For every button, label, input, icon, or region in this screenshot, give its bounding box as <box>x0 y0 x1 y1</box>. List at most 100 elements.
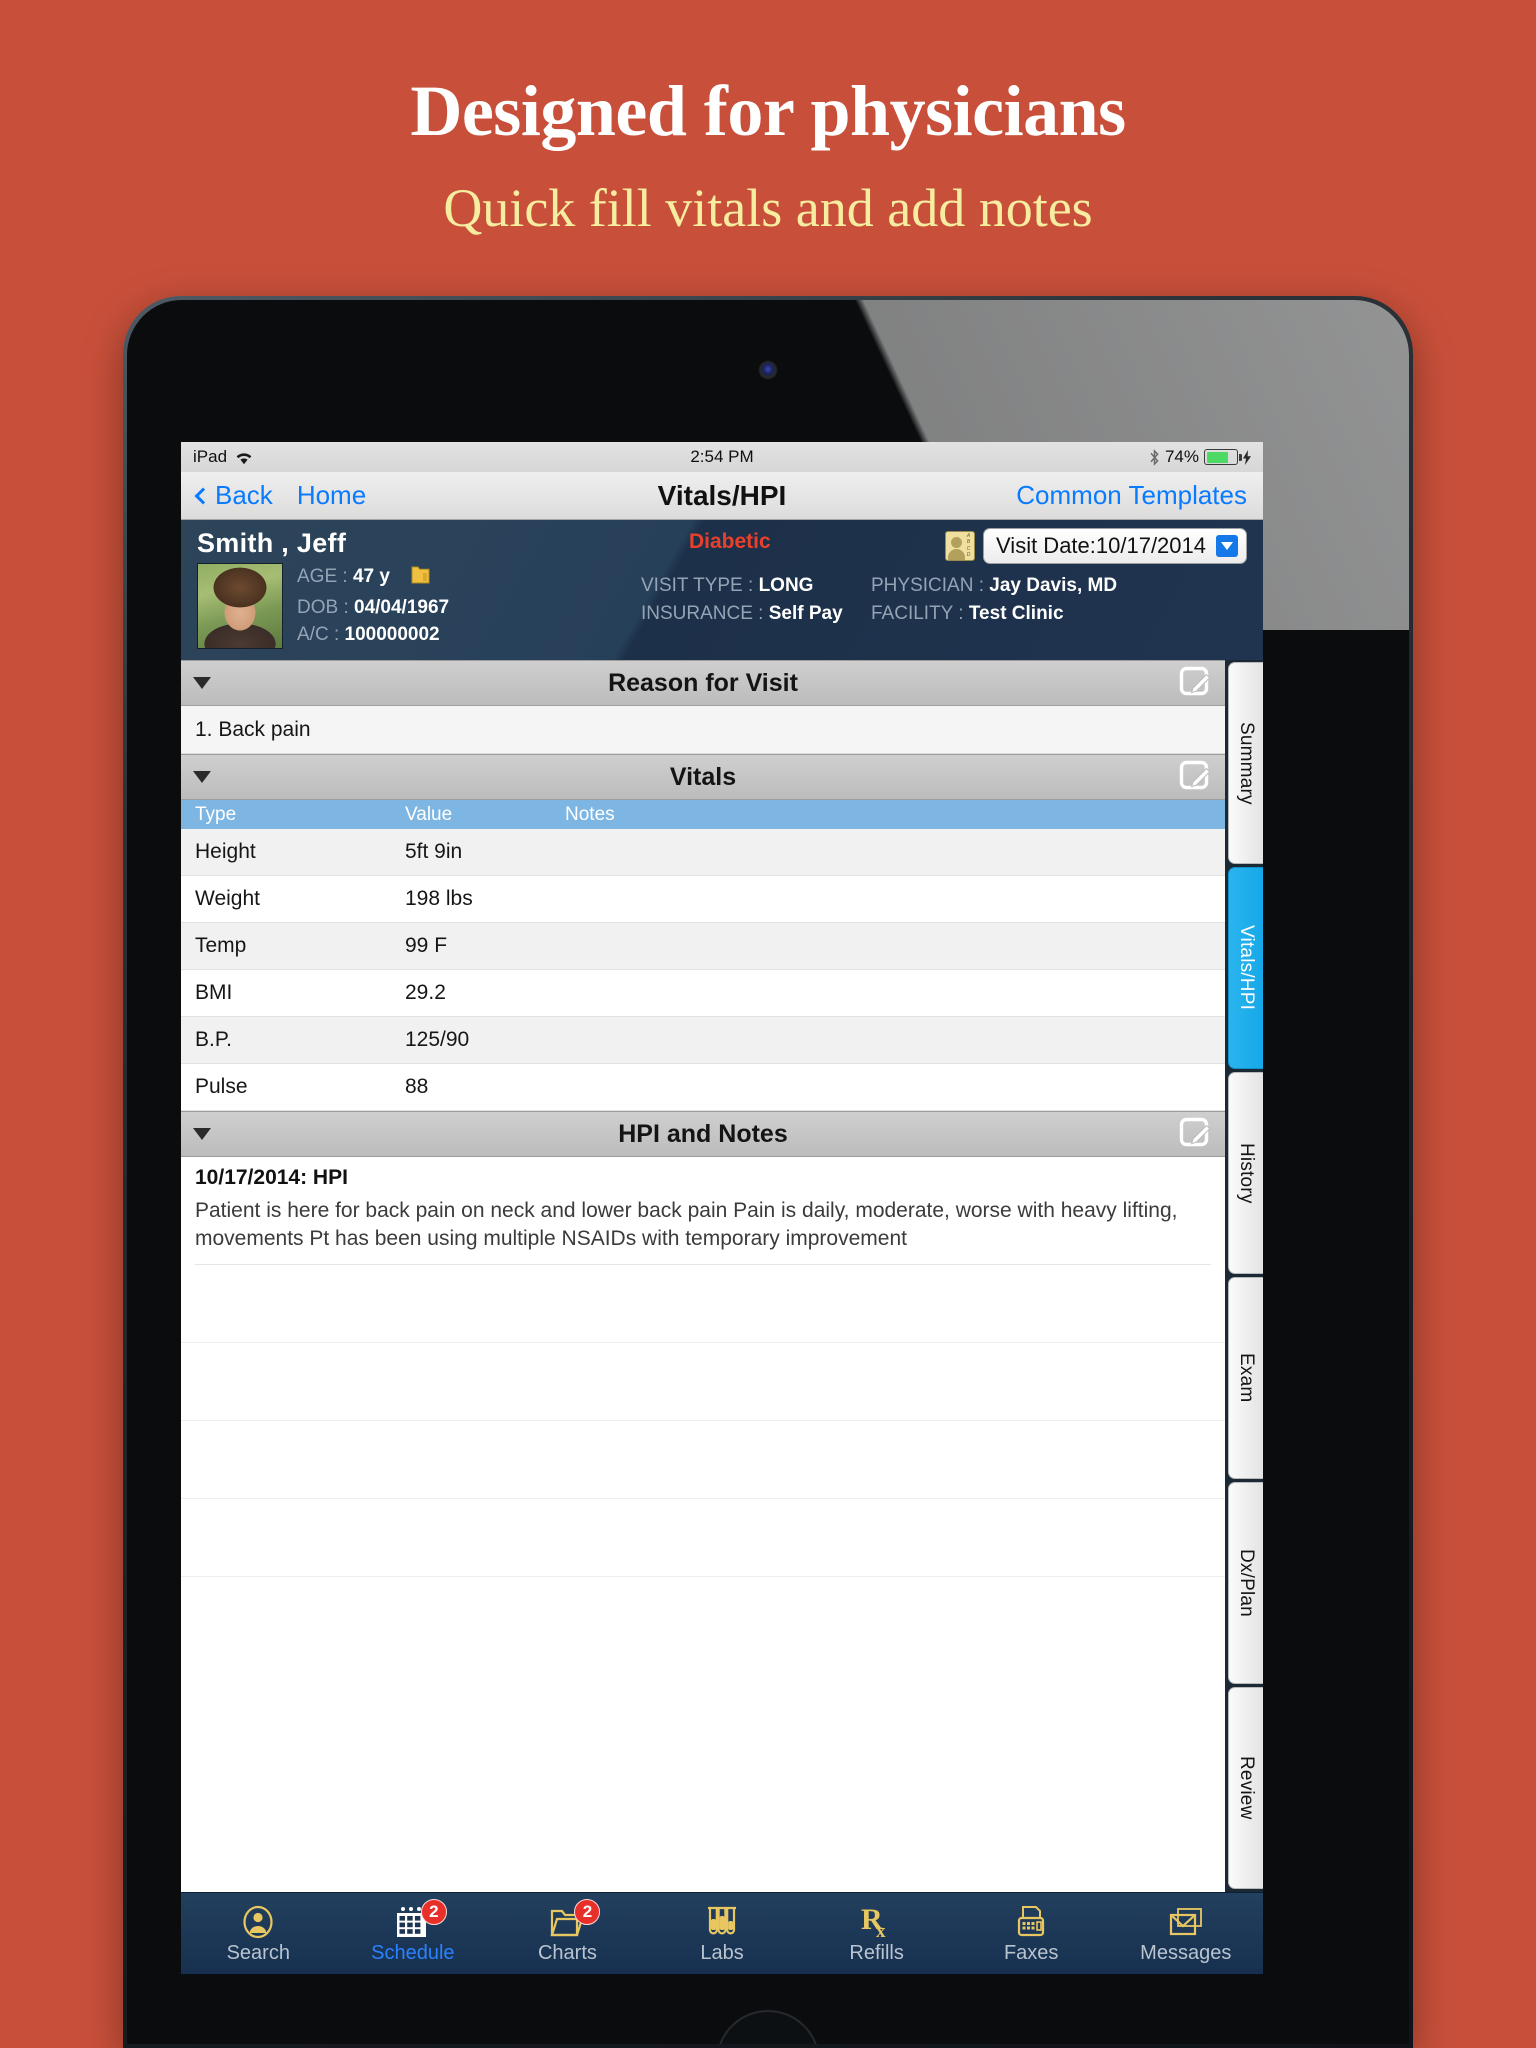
lightning-bolt-icon <box>1243 449 1251 465</box>
sidebar-item-label: History <box>1236 1142 1257 1204</box>
tab-label: Schedule <box>371 1941 455 1964</box>
sidebar-item-label: Review <box>1236 1756 1257 1820</box>
age-value: 47 y <box>352 566 390 587</box>
table-row[interactable]: Height 5ft 9in <box>181 829 1225 876</box>
sidebar-item-exam[interactable]: Exam <box>1228 1277 1263 1479</box>
vital-type: Pulse <box>195 1075 248 1098</box>
table-row[interactable]: Pulse 88 <box>181 1064 1225 1111</box>
battery-percent: 74% <box>1164 447 1199 466</box>
sidebar-item-summary[interactable]: Summary <box>1228 662 1263 864</box>
sidebar-item-dx-plan[interactable]: Dx/Plan <box>1228 1482 1263 1684</box>
battery-icon <box>1204 449 1242 465</box>
notes-blank-line[interactable] <box>181 1421 1225 1500</box>
dob-label: DOB : <box>297 596 349 618</box>
vital-value: 99 F <box>405 934 448 957</box>
test-tubes-icon <box>706 1903 738 1939</box>
tab-labs[interactable]: Labs <box>645 1903 800 1965</box>
table-row[interactable]: B.P. 125/90 <box>181 1017 1225 1064</box>
ac-value: 100000002 <box>344 624 440 646</box>
hpi-notes-body[interactable]: 10/17/2014: HPI Patient is here for back… <box>181 1157 1225 1892</box>
section-tab-rail: Summary Vitals/HPI History Exam Dx/Plan … <box>1225 660 1263 1892</box>
notification-badge: 2 <box>420 1898 447 1925</box>
chevron-down-icon[interactable] <box>1216 535 1238 557</box>
status-bar: iPad 2:54 PM 74% <box>181 442 1263 472</box>
dob-value: 04/04/1967 <box>354 596 450 618</box>
folder-icon: 2 <box>550 1898 601 1939</box>
section-header-hpi[interactable]: HPI and Notes <box>181 1111 1225 1157</box>
sidebar-item-review[interactable]: Review <box>1228 1687 1263 1889</box>
patient-photo[interactable] <box>197 563 283 649</box>
visit-info-group: VISIT TYPE : LONG INSURANCE : Self Pay <box>641 572 843 627</box>
vital-type: B.P. <box>195 1028 232 1051</box>
column-header-type: Type <box>195 803 237 825</box>
hpi-entry-date: 10/17/2014: HPI <box>195 1166 348 1189</box>
sidebar-item-history[interactable]: History <box>1228 1072 1263 1274</box>
common-templates-button[interactable]: Common Templates <box>1016 480 1247 511</box>
tab-search[interactable]: Search <box>181 1903 336 1965</box>
home-button-link[interactable]: Home <box>297 480 366 511</box>
edit-pencil-icon[interactable] <box>1179 1115 1213 1154</box>
chevron-left-icon <box>194 487 212 504</box>
tab-refills[interactable]: R x Refills <box>799 1903 954 1965</box>
edit-pencil-icon[interactable] <box>1179 758 1213 797</box>
visit-date-value: 10/17/2014 <box>1095 533 1206 558</box>
age-label: AGE : <box>297 566 348 587</box>
facility-value: Test Clinic <box>968 602 1064 624</box>
table-row[interactable]: Temp 99 F <box>181 923 1225 970</box>
tab-messages[interactable]: Messages <box>1108 1903 1263 1965</box>
tab-faxes[interactable]: Faxes <box>954 1903 1109 1965</box>
navigation-bar: Back Home Vitals/HPI Common Templates <box>181 472 1263 520</box>
vital-type: Height <box>195 840 256 863</box>
visit-date-dropdown[interactable]: Visit Date:10/17/2014 <box>983 528 1247 564</box>
sidebar-item-label: Summary <box>1236 721 1257 805</box>
section-title-vitals: Vitals <box>669 762 737 791</box>
tab-label: Charts <box>537 1941 597 1964</box>
notes-blank-line[interactable] <box>181 1499 1225 1578</box>
bluetooth-icon <box>1149 448 1160 466</box>
fax-machine-icon <box>1016 1903 1046 1939</box>
section-header-reason[interactable]: Reason for Visit <box>181 660 1225 706</box>
bottom-tab-bar: Search 2 Schedule 2 Charts Labs R x Refi… <box>181 1892 1263 1974</box>
patient-dob-line: DOB : 04/04/1967 <box>297 594 449 622</box>
front-camera-icon <box>760 362 776 378</box>
insurance-line: INSURANCE : Self Pay <box>641 600 843 628</box>
notes-blank-line[interactable] <box>181 1343 1225 1422</box>
patient-ac-line: A/C : 100000002 <box>297 621 449 649</box>
provider-info-group: PHYSICIAN : Jay Davis, MD FACILITY : Tes… <box>871 572 1117 627</box>
tab-charts[interactable]: 2 Charts <box>490 1898 645 1965</box>
address-book-icon[interactable]: ABCD <box>945 531 976 561</box>
insurance-value: Self Pay <box>768 602 843 624</box>
promo-header: Designed for physicians Quick fill vital… <box>0 0 1536 239</box>
notes-blank-line[interactable] <box>181 1265 1225 1344</box>
vital-value: 125/90 <box>405 1028 470 1051</box>
tab-label: Labs <box>700 1941 744 1964</box>
status-badge-diabetic: Diabetic <box>689 530 771 553</box>
visit-type-line: VISIT TYPE : LONG <box>641 572 843 600</box>
svg-text:x: x <box>876 1921 886 1939</box>
column-header-notes: Notes <box>565 803 615 825</box>
vital-value: 88 <box>405 1075 429 1098</box>
promo-title: Designed for physicians <box>410 71 1126 151</box>
reason-for-visit-item[interactable]: 1. Back pain <box>181 706 1225 754</box>
vital-value: 5ft 9in <box>405 840 463 863</box>
vital-value: 29.2 <box>405 981 446 1004</box>
patient-age-line: AGE : 47 y <box>297 563 449 594</box>
envelope-icon <box>1169 1903 1203 1939</box>
calendar-icon: 2 <box>395 1898 447 1939</box>
yellow-folder-icon[interactable] <box>411 565 430 594</box>
section-title-hpi: HPI and Notes <box>618 1119 788 1148</box>
vital-type: Weight <box>195 887 260 910</box>
sidebar-item-vitals-hpi[interactable]: Vitals/HPI <box>1228 867 1263 1069</box>
vital-type: BMI <box>195 981 233 1004</box>
edit-pencil-icon[interactable] <box>1179 664 1213 703</box>
nav-left-group: Back Home <box>194 480 366 511</box>
table-row[interactable]: BMI 29.2 <box>181 970 1225 1017</box>
tab-schedule[interactable]: 2 Schedule <box>336 1898 491 1965</box>
back-button[interactable]: Back <box>194 480 273 511</box>
sidebar-item-label: Dx/Plan <box>1236 1549 1257 1617</box>
section-header-vitals[interactable]: Vitals <box>181 754 1225 800</box>
tab-label: Search <box>226 1941 290 1964</box>
table-row[interactable]: Weight 198 lbs <box>181 876 1225 923</box>
section-title-reason: Reason for Visit <box>608 668 798 697</box>
home-button[interactable] <box>716 2010 820 2044</box>
